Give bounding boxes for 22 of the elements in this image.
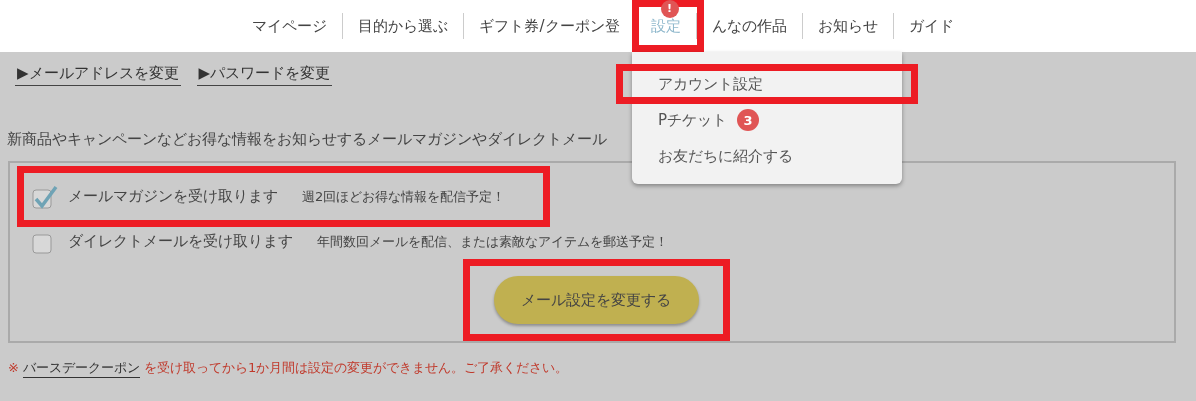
menu-item[interactable]: Pチケット 3 [632,102,902,138]
nav-link[interactable]: マイページ [252,16,328,36]
checkbox[interactable] [32,183,58,210]
menu-item[interactable]: お友だちに紹介する [632,138,902,174]
menu-item[interactable]: アカウント設定 [618,66,916,102]
text-link[interactable]: ▶メールアドレスを変更 [15,64,181,86]
nav-link[interactable]: 目的から選ぶ [358,16,449,36]
option-label: メールマガジンを受け取ります [68,187,278,206]
count-badge: 3 [737,109,760,131]
text-link[interactable]: ▶パスワードを変更 [196,64,333,86]
nav-link[interactable]: ギフト券/クーポン登 [479,16,620,36]
description-text: 新商品やキャンペーンなどお得な情報をお知らせするメールマガジンやダイレクトメール [6,130,607,149]
nav-link[interactable]: んなの作品 [711,16,787,36]
option-note: 年間数回メールを配信、または素敵なアイテムを郵送予定！ [317,232,668,251]
option-label: ダイレクトメールを受け取ります [68,232,293,251]
coupon-link[interactable]: バースデークーポン [22,359,140,378]
nav-link[interactable]: ガイド [908,16,954,36]
notice-mark: ※ [8,360,19,375]
submit-button[interactable]: メール設定を変更する [493,276,699,324]
nav-link[interactable]: お知らせ [817,16,878,36]
notice-text: を受け取ってから1か月間は設定の変更ができません。ご了承ください。 [143,359,569,377]
option-note: 週2回ほどお得な情報を配信予定！ [302,187,506,206]
